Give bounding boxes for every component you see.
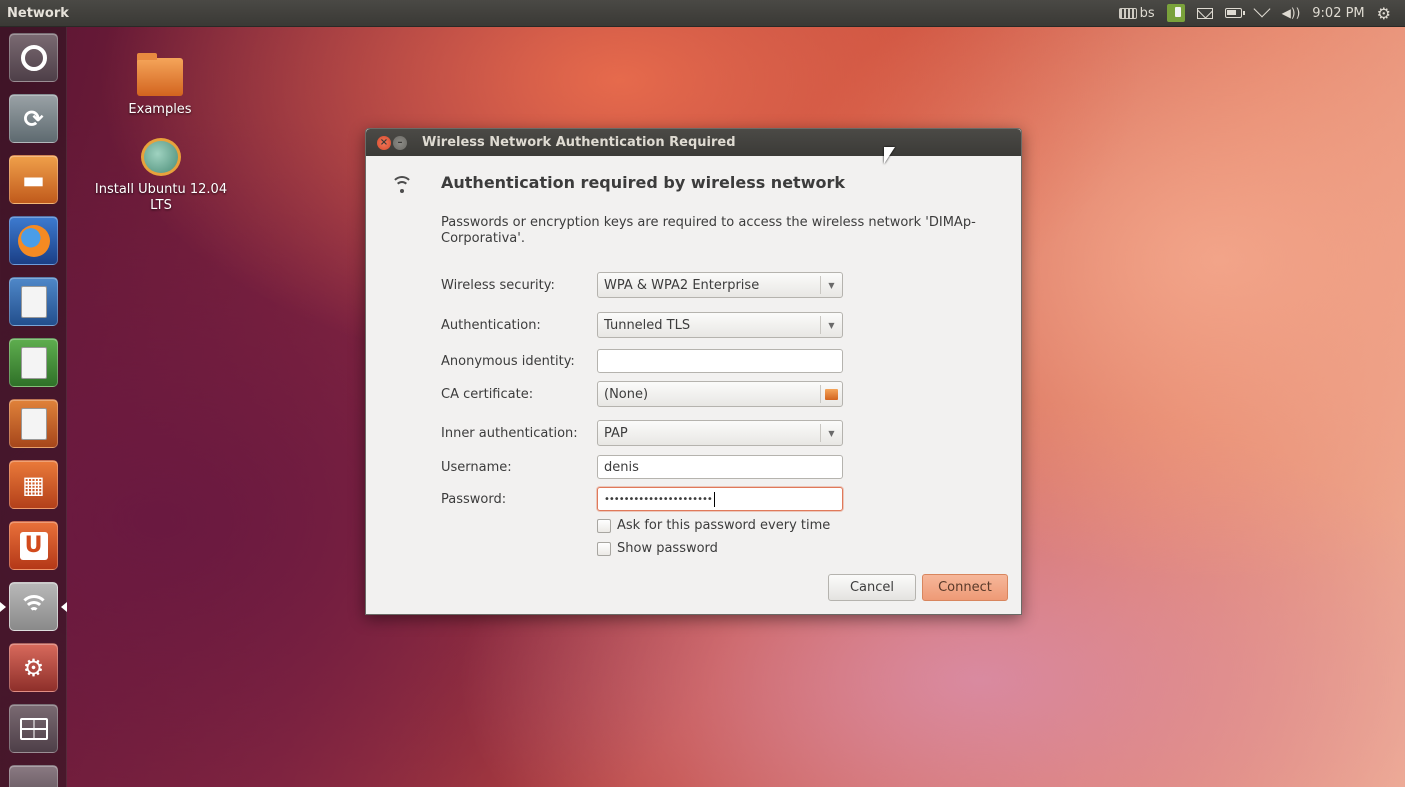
wifi-icon (390, 176, 414, 212)
wireless-security-value: WPA & WPA2 Enterprise (604, 277, 760, 293)
desktop-icon-label: Install Ubuntu 12.04 LTS (94, 182, 228, 213)
launcher: ⟳ ▬ ▦ U ⚙ (0, 27, 67, 787)
show-password-checkbox[interactable] (597, 541, 611, 556)
launcher-software-center[interactable]: ▦ (9, 460, 58, 509)
authentication-label: Authentication: (441, 318, 541, 333)
keyboard-indicator[interactable]: bs (1118, 5, 1155, 21)
firefox-icon (17, 224, 50, 257)
chevron-down-icon: ▼ (820, 424, 842, 442)
active-indicator-arrow (0, 602, 6, 612)
launcher-trash[interactable] (9, 765, 58, 787)
ask-password-label: Ask for this password every time (617, 518, 831, 533)
chevron-down-icon: ▼ (820, 276, 842, 294)
username-field[interactable]: denis (597, 455, 843, 479)
mail-icon[interactable] (1196, 7, 1213, 19)
anonymous-identity-field[interactable] (597, 349, 843, 373)
battery-icon[interactable] (1224, 8, 1245, 18)
launcher-system-settings[interactable]: ⚙ (9, 643, 58, 692)
volume-icon[interactable]: ◀)) (1282, 6, 1301, 20)
calc-icon (20, 346, 47, 379)
folder-icon (820, 385, 842, 403)
username-label: Username: (441, 460, 512, 475)
password-value: •••••••••••••••••••••• (604, 493, 713, 505)
installer-icon (141, 138, 181, 176)
inner-authentication-label: Inner authentication: (441, 426, 578, 441)
chevron-down-icon: ▼ (820, 316, 842, 334)
clock[interactable]: 9:02 PM (1312, 6, 1364, 21)
dialog-description: Passwords or encryption keys are require… (441, 215, 976, 246)
keyboard-layout-label: bs (1139, 5, 1155, 21)
launcher-install-ubuntu[interactable]: ⟳ (9, 94, 58, 143)
launcher-libreoffice-writer[interactable] (9, 277, 58, 326)
minimize-icon[interactable]: – (393, 135, 407, 150)
desktop-icon-install-ubuntu[interactable]: Install Ubuntu 12.04 LTS (88, 138, 234, 214)
desktop-icon-examples[interactable]: Examples (118, 53, 202, 117)
ca-certificate-file-button[interactable]: (None) (597, 381, 843, 407)
wireless-security-label: Wireless security: (441, 278, 555, 293)
dialog-title: Wireless Network Authentication Required (422, 135, 736, 150)
indicator-area: bs ◀)) 9:02 PM ⚙ (1118, 4, 1405, 23)
dialog-titlebar[interactable]: × – Wireless Network Authentication Requ… (366, 129, 1021, 156)
launcher-files[interactable]: ▬ (9, 155, 58, 204)
installer-icon: ⟳ (23, 104, 44, 133)
username-value: denis (604, 459, 639, 475)
launcher-workspace-switcher[interactable] (9, 704, 58, 753)
workspace-icon (19, 717, 48, 740)
text-caret (713, 491, 715, 507)
launcher-ubuntu-one[interactable]: U (9, 521, 58, 570)
connect-button[interactable]: Connect (922, 574, 1008, 601)
wireless-security-combo[interactable]: WPA & WPA2 Enterprise ▼ (597, 272, 843, 298)
inner-authentication-value: PAP (604, 425, 628, 441)
wifi-indicator-icon[interactable] (1254, 7, 1270, 19)
authentication-combo[interactable]: Tunneled TLS ▼ (597, 312, 843, 338)
gesture-app-icon[interactable] (1166, 4, 1185, 22)
ubuntu-one-icon: U (19, 531, 48, 560)
focus-indicator-arrow (61, 602, 67, 612)
launcher-dash-home[interactable] (9, 33, 58, 82)
launcher-libreoffice-calc[interactable] (9, 338, 58, 387)
launcher-network[interactable] (9, 582, 58, 631)
wifi-icon (17, 594, 51, 619)
impress-icon (20, 407, 47, 440)
settings-icon: ⚙ (22, 653, 45, 682)
keyboard-icon (1118, 7, 1137, 19)
top-panel: Network bs ◀)) 9:02 PM ⚙ (0, 0, 1405, 27)
active-app-title: Network (7, 5, 69, 21)
password-field[interactable]: •••••••••••••••••••••• (597, 487, 843, 511)
desktop-icon-label: Examples (128, 102, 192, 117)
show-password-checkbox-row[interactable]: Show password (597, 541, 718, 556)
ca-certificate-value: (None) (604, 386, 649, 402)
wireless-auth-dialog: × – Wireless Network Authentication Requ… (365, 128, 1022, 615)
ask-password-checkbox[interactable] (597, 518, 611, 533)
folder-icon: ▬ (22, 165, 45, 194)
ubuntu-logo-icon (20, 44, 47, 71)
launcher-firefox[interactable] (9, 216, 58, 265)
writer-icon (20, 285, 47, 318)
launcher-libreoffice-impress[interactable] (9, 399, 58, 448)
authentication-value: Tunneled TLS (604, 317, 691, 333)
ca-certificate-label: CA certificate: (441, 387, 534, 402)
ask-password-checkbox-row[interactable]: Ask for this password every time (597, 518, 830, 533)
show-password-label: Show password (617, 541, 718, 556)
password-label: Password: (441, 492, 507, 507)
dialog-heading: Authentication required by wireless netw… (441, 173, 845, 192)
inner-authentication-combo[interactable]: PAP ▼ (597, 420, 843, 446)
close-icon[interactable]: × (377, 135, 391, 150)
mouse-pointer-icon (884, 147, 895, 164)
cancel-button[interactable]: Cancel (828, 574, 916, 601)
folder-icon (137, 53, 183, 96)
anonymous-identity-label: Anonymous identity: (441, 354, 575, 369)
session-gear-icon[interactable]: ⚙ (1377, 4, 1391, 23)
shopping-bag-icon: ▦ (22, 470, 45, 499)
